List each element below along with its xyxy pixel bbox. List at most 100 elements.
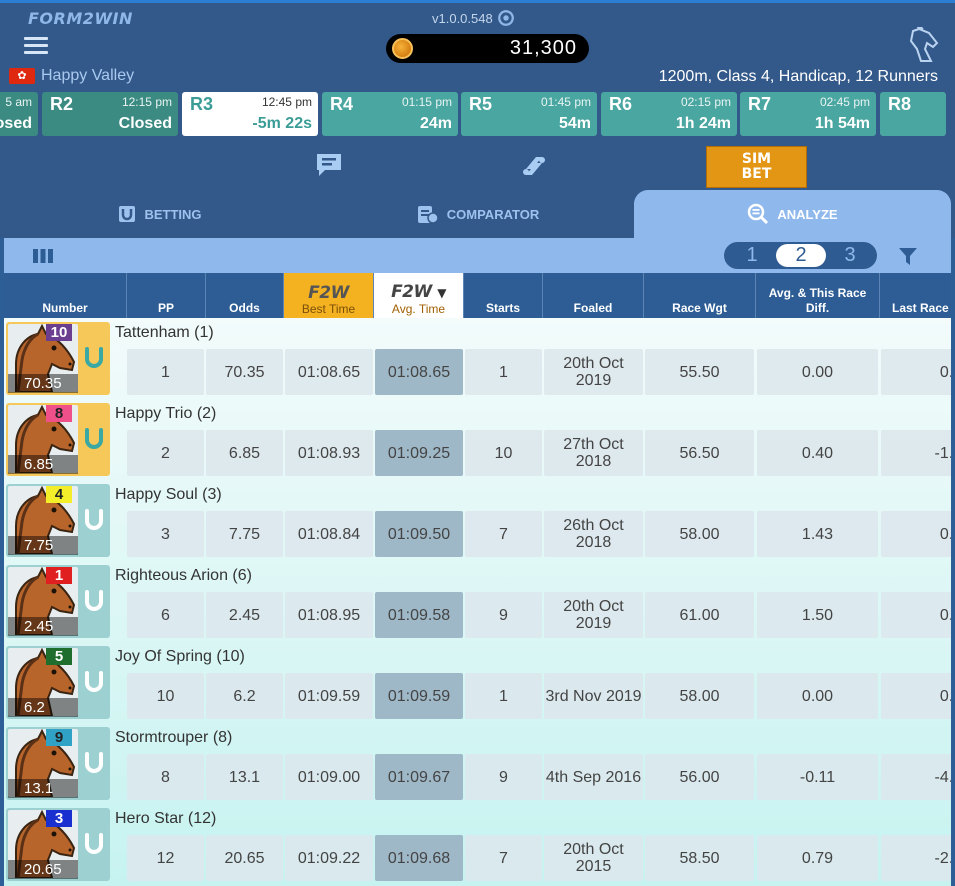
col-avg-time[interactable]: F2W ▼ Avg. Time (374, 273, 464, 318)
runner-silk[interactable]: 8 6.85 (6, 403, 110, 476)
table-row[interactable]: 10 70.35 Tattenham (1) 1 70.35 01:08.65 01:0… (4, 318, 951, 399)
race-number: R8 (888, 94, 912, 114)
race-card-r1[interactable]: 5 am osed (0, 92, 38, 136)
horseshoe-icon (85, 347, 103, 368)
columns-view-icon[interactable] (33, 249, 53, 263)
odds-cell: 13.1 (206, 754, 283, 800)
filter-icon[interactable] (899, 248, 917, 265)
pp-cell: 2 (127, 430, 204, 476)
compare-swap-icon[interactable] (520, 153, 548, 179)
race-card-r5[interactable]: R5 01:45 pm 54m (461, 92, 597, 136)
avg-time-cell: 01:09.25 (375, 430, 463, 476)
race-card-r8[interactable]: R8 (880, 92, 946, 136)
foaled-cell: 20th Oct 2019 (544, 592, 643, 638)
runner-silk[interactable]: 3 20.65 (6, 808, 110, 881)
app-version: v1.0.0.548 (432, 11, 493, 26)
runner-number-badge: 4 (46, 486, 72, 503)
tab-betting[interactable]: BETTING (0, 190, 320, 238)
hamburger-menu-icon[interactable] (24, 37, 48, 55)
pp-cell: 12 (127, 835, 204, 881)
col-foaled[interactable]: Foaled (543, 273, 644, 318)
foaled-cell: 20th Oct 2019 (544, 349, 643, 395)
race-card-r2[interactable]: R2 12:15 pm Closed (42, 92, 178, 136)
col-pp[interactable]: PP (127, 273, 206, 318)
page-1-button[interactable]: 1 (727, 244, 777, 267)
table-row[interactable]: 1 2.45 Righteous Arion (6) 6 2.45 01:08.95 0… (4, 561, 951, 642)
avg-time-cell: 01:09.59 (375, 673, 463, 719)
horse-name[interactable]: Happy Soul (3) (115, 486, 222, 504)
col-best-time[interactable]: F2W Best Time (284, 273, 374, 318)
table-row[interactable]: 5 6.2 Joy Of Spring (10) 10 6.2 01:09.59 01:… (4, 642, 951, 723)
runner-number-badge: 9 (46, 729, 72, 746)
odds-cell: 2.45 (206, 592, 283, 638)
horse-name[interactable]: Stormtrouper (8) (115, 729, 232, 747)
race-info-bar: ✿ Happy Valley 1200m, Class 4, Handicap,… (0, 66, 955, 90)
runner-odds-badge: 6.85 (8, 455, 78, 474)
chat-icon[interactable] (315, 152, 343, 178)
sim-bet-button[interactable]: SIM BET (706, 146, 807, 188)
runner-odds-badge: 7.75 (8, 536, 78, 555)
race-weight-cell: 56.00 (645, 754, 754, 800)
race-status: Closed (118, 115, 172, 132)
col-odds[interactable]: Odds (206, 273, 284, 318)
col-number[interactable]: Number (4, 273, 127, 318)
foaled-cell: 4th Sep 2016 (544, 754, 643, 800)
avg-diff-cell: -0.11 (757, 754, 878, 800)
tab-analyze[interactable]: ANALYZE (634, 190, 951, 238)
col-last-race[interactable]: Last Race (880, 273, 951, 318)
clipboard-icon (417, 206, 439, 224)
race-weight-cell: 61.00 (645, 592, 754, 638)
horse-name[interactable]: Tattenham (1) (115, 324, 214, 342)
table-row[interactable]: 8 6.85 Happy Trio (2) 2 6.85 01:08.93 01:09.… (4, 399, 951, 480)
runner-number-badge: 3 (46, 810, 72, 827)
runners-table: 10 70.35 Tattenham (1) 1 70.35 01:08.65 01:0… (4, 318, 951, 886)
runner-silk[interactable]: 5 6.2 (6, 646, 110, 719)
race-time: 01:45 pm (540, 95, 591, 109)
horse-head-logo-icon[interactable] (905, 27, 939, 63)
venue-name[interactable]: Happy Valley (41, 67, 134, 85)
page-3-button[interactable]: 3 (825, 244, 875, 267)
race-card-r7[interactable]: R7 02:45 pm 1h 54m (740, 92, 876, 136)
runner-silk[interactable]: 1 2.45 (6, 565, 110, 638)
foaled-cell: 26th Oct 2018 (544, 511, 643, 557)
avg-diff-cell: 0.00 (757, 349, 878, 395)
tab-comparator[interactable]: COMPARATOR (320, 190, 636, 238)
table-row[interactable]: 4 7.75 Happy Soul (3) 3 7.75 01:08.84 01:09.… (4, 480, 951, 561)
col-race-weight[interactable]: Race Wgt (644, 273, 756, 318)
tool-icon-row: SIM BET (0, 138, 955, 190)
avg-time-cell: 01:09.58 (375, 592, 463, 638)
col-avg-diff[interactable]: Avg. & This Race Diff. (756, 273, 880, 318)
race-countdown: -5m 22s (252, 115, 312, 132)
table-row[interactable]: 9 13.1 Stormtrouper (8) 8 13.1 01:09.00 01:0… (4, 723, 951, 804)
page-selector: 1 2 3 (724, 242, 877, 269)
foaled-cell: 3rd Nov 2019 (544, 673, 643, 719)
avg-time-cell: 01:09.50 (375, 511, 463, 557)
horse-name[interactable]: Righteous Arion (6) (115, 567, 252, 585)
race-card-r3[interactable]: R3 12:45 pm -5m 22s (182, 92, 318, 136)
horseshoe-icon (119, 206, 136, 222)
coin-icon (392, 38, 413, 59)
horse-name[interactable]: Hero Star (12) (115, 810, 216, 828)
horse-name[interactable]: Happy Trio (2) (115, 405, 216, 423)
race-number: R5 (469, 94, 493, 114)
top-bar: FORM2WIN v1.0.0.548 31,300 (0, 0, 955, 66)
page-2-button[interactable]: 2 (776, 244, 826, 267)
col-starts[interactable]: Starts (464, 273, 543, 318)
horseshoe-icon (85, 833, 103, 854)
runner-number-badge: 8 (46, 405, 72, 422)
race-countdown: 1h 24m (675, 115, 731, 132)
last-race-cell: -2.50 (881, 835, 951, 881)
avg-time-cell: 01:09.67 (375, 754, 463, 800)
best-time-cell: 01:08.93 (285, 430, 373, 476)
best-time-cell: 01:09.22 (285, 835, 373, 881)
table-row[interactable]: 3 20.65 Hero Star (12) 12 20.65 01:09.22 01:… (4, 804, 951, 885)
starts-cell: 10 (465, 430, 542, 476)
refresh-icon[interactable] (497, 9, 515, 27)
runner-silk[interactable]: 10 70.35 (6, 322, 110, 395)
runner-silk[interactable]: 4 7.75 (6, 484, 110, 557)
horse-name[interactable]: Joy Of Spring (10) (115, 648, 245, 666)
race-card-r4[interactable]: R4 01:15 pm 24m (322, 92, 458, 136)
runner-silk[interactable]: 9 13.1 (6, 727, 110, 800)
race-card-r6[interactable]: R6 02:15 pm 1h 24m (601, 92, 737, 136)
race-countdown: 1h 54m (814, 115, 870, 132)
